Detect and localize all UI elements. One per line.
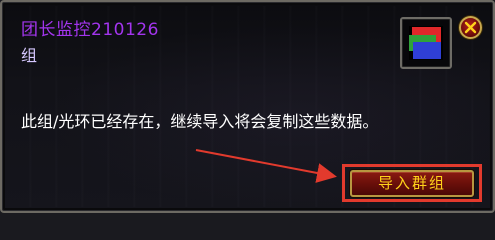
import-group-button[interactable]: 导入群组 [350,170,474,197]
import-dialog: 团长监控210126 组 此组/光环已经存在，继续导入将会复制这些数据。 导入群… [0,0,495,213]
aura-group-icon [409,26,443,60]
close-icon [464,21,477,34]
close-button[interactable] [459,16,482,39]
aura-group-icon-frame [400,17,452,69]
dialog-message: 此组/光环已经存在，继续导入将会复制这些数据。 [21,112,379,131]
dialog-title-suffix: 组 [21,46,38,65]
icon-blue-square [413,42,441,59]
dialog-title: 团长监控210126 [21,20,159,40]
